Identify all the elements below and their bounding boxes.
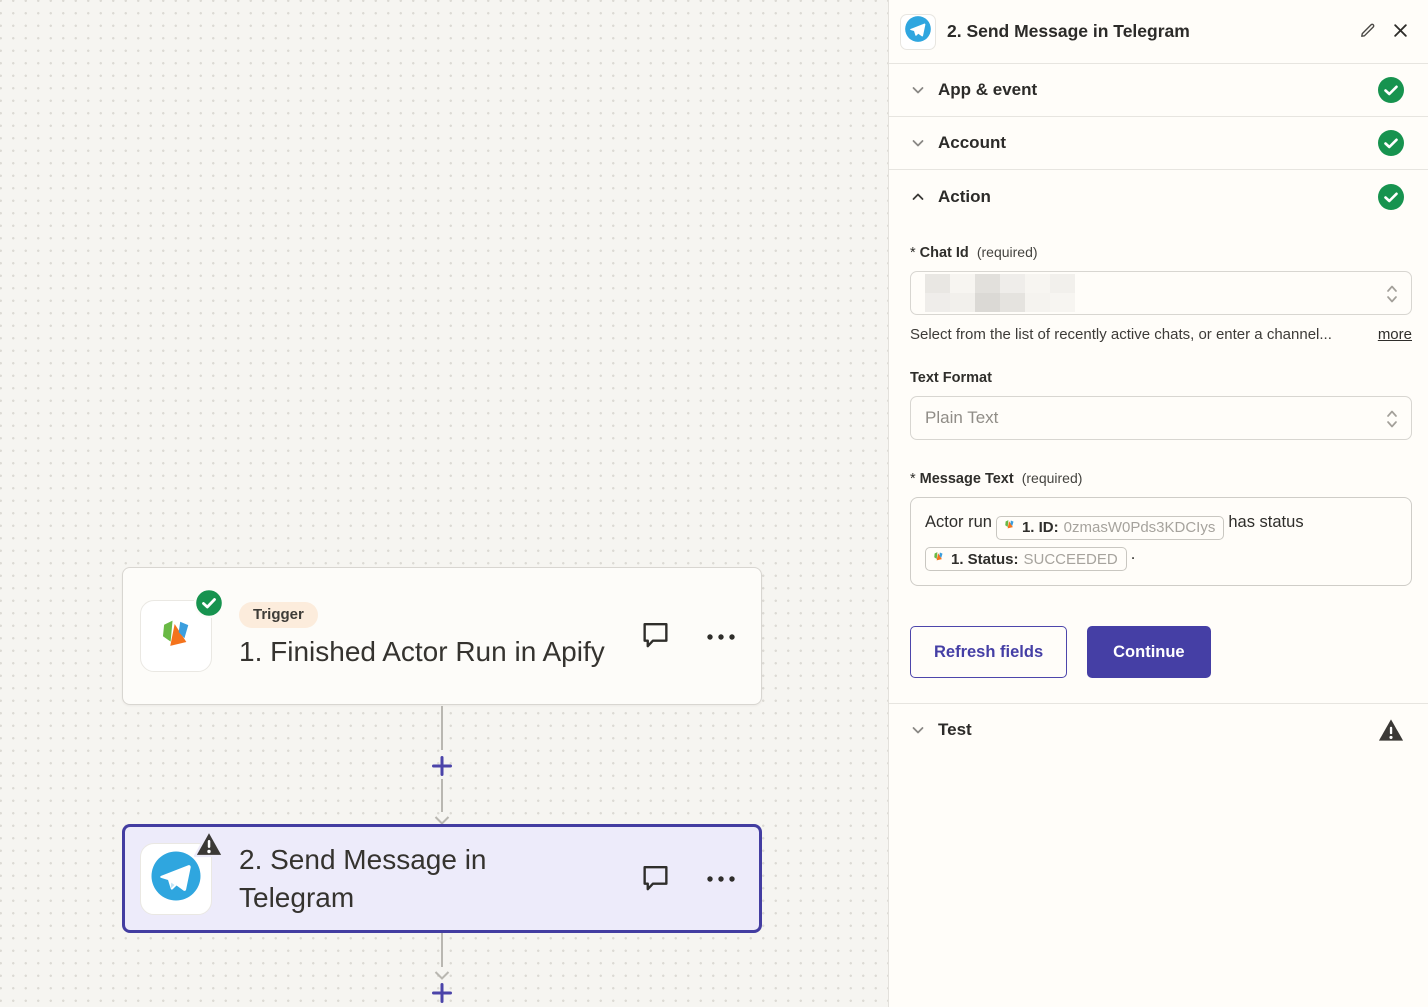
close-icon: [1392, 22, 1409, 42]
pencil-icon: [1359, 22, 1376, 42]
plus-icon: [431, 982, 453, 1004]
section-account[interactable]: Account: [889, 117, 1428, 170]
chevron-up-icon: [910, 189, 926, 205]
apify-logo-icon: [1002, 513, 1017, 542]
connector-line: [441, 779, 443, 812]
apify-logo-icon: [931, 545, 946, 574]
add-step-button-bottom[interactable]: [431, 982, 453, 1004]
connector-line: [441, 706, 443, 750]
action-step-title: 2. Send Message in Telegram: [239, 841, 549, 917]
required-asterisk: *: [910, 245, 916, 261]
mapped-field-pill-status[interactable]: 1. Status:SUCCEEDED: [925, 547, 1127, 571]
select-updown-icon: [1385, 408, 1399, 430]
chevron-down-icon: [910, 135, 926, 151]
action-form: *Chat Id (required) Select from the list…: [889, 223, 1428, 703]
telegram-logo-icon: [904, 15, 932, 48]
telegram-app-tile: [140, 843, 212, 915]
message-text-input[interactable]: Actor run1. ID:0zmasW0Pds3KDCIyshas stat…: [910, 497, 1412, 586]
apify-logo-icon: [153, 611, 199, 662]
section-label: Action: [938, 187, 1378, 207]
section-action[interactable]: Action: [889, 170, 1428, 223]
add-note-button[interactable]: [639, 620, 671, 652]
zap-editor: Trigger 1. Finished Actor Run in Apify: [0, 0, 1428, 1007]
add-note-button[interactable]: [639, 863, 671, 895]
trigger-step-card[interactable]: Trigger 1. Finished Actor Run in Apify: [122, 567, 762, 705]
step-menu-button[interactable]: [705, 620, 737, 652]
chat-id-select[interactable]: [910, 271, 1412, 315]
add-step-button-middle[interactable]: [431, 755, 453, 777]
ellipsis-icon: [706, 629, 736, 644]
trigger-badge: Trigger: [239, 602, 318, 628]
warning-badge-icon: [193, 829, 225, 859]
message-text-segment: has status: [1228, 513, 1303, 531]
required-asterisk: *: [910, 471, 916, 487]
workflow-canvas[interactable]: Trigger 1. Finished Actor Run in Apify: [0, 0, 888, 1007]
section-label: Account: [938, 133, 1378, 153]
success-check-icon: [1378, 184, 1404, 210]
required-note: (required): [1022, 470, 1083, 486]
chevron-down-icon: [910, 82, 926, 98]
text-format-label: Text Format: [910, 369, 1412, 387]
comment-bubble-icon: [640, 862, 671, 896]
panel-title: 2. Send Message in Telegram: [947, 21, 1352, 42]
telegram-app-tile: [900, 14, 936, 50]
redacted-chat-id-value: [925, 274, 1075, 312]
comment-bubble-icon: [640, 619, 671, 653]
action-step-card[interactable]: 2. Send Message in Telegram: [122, 824, 762, 933]
section-test[interactable]: Test: [889, 703, 1428, 756]
warning-triangle-icon: [1378, 717, 1404, 743]
text-format-select[interactable]: Plain Text: [910, 396, 1412, 440]
action-card-main: 2. Send Message in Telegram: [239, 841, 629, 917]
step-config-panel: 2. Send Message in Telegram: [888, 0, 1428, 1007]
trigger-card-main: Trigger 1. Finished Actor Run in Apify: [239, 602, 629, 671]
success-check-icon: [1378, 77, 1404, 103]
connector-line: [441, 933, 443, 967]
select-updown-icon: [1385, 283, 1399, 305]
mapped-field-pill-id[interactable]: 1. ID:0zmasW0Pds3KDCIys: [996, 516, 1224, 540]
panel-header: 2. Send Message in Telegram: [889, 0, 1428, 64]
section-label: App & event: [938, 80, 1378, 100]
continue-button[interactable]: Continue: [1087, 626, 1211, 678]
success-check-icon: [1378, 130, 1404, 156]
ellipsis-icon: [706, 871, 736, 886]
message-text-label: *Message Text (required): [910, 469, 1412, 488]
success-check-badge-icon: [194, 588, 224, 618]
rename-step-button[interactable]: [1352, 17, 1382, 47]
chat-id-helper-text: Select from the list of recently active …: [910, 326, 1332, 343]
text-format-value: Plain Text: [925, 408, 998, 428]
step-menu-button[interactable]: [705, 863, 737, 895]
section-app-and-event[interactable]: App & event: [889, 64, 1428, 117]
section-label: Test: [938, 720, 1378, 740]
close-panel-button[interactable]: [1385, 17, 1415, 47]
trigger-step-title: 1. Finished Actor Run in Apify: [239, 633, 614, 671]
arrow-down-icon: [434, 967, 450, 976]
chat-id-label: *Chat Id (required): [910, 243, 1412, 262]
more-link[interactable]: more: [1378, 326, 1412, 343]
apify-app-tile: [140, 600, 212, 672]
required-note: (required): [977, 244, 1038, 260]
refresh-fields-button[interactable]: Refresh fields: [910, 626, 1067, 678]
message-text-segment: Actor run: [925, 513, 992, 531]
plus-icon: [431, 755, 453, 777]
chevron-down-icon: [910, 722, 926, 738]
message-text-segment: .: [1131, 545, 1136, 563]
arrow-down-icon: [434, 812, 450, 821]
